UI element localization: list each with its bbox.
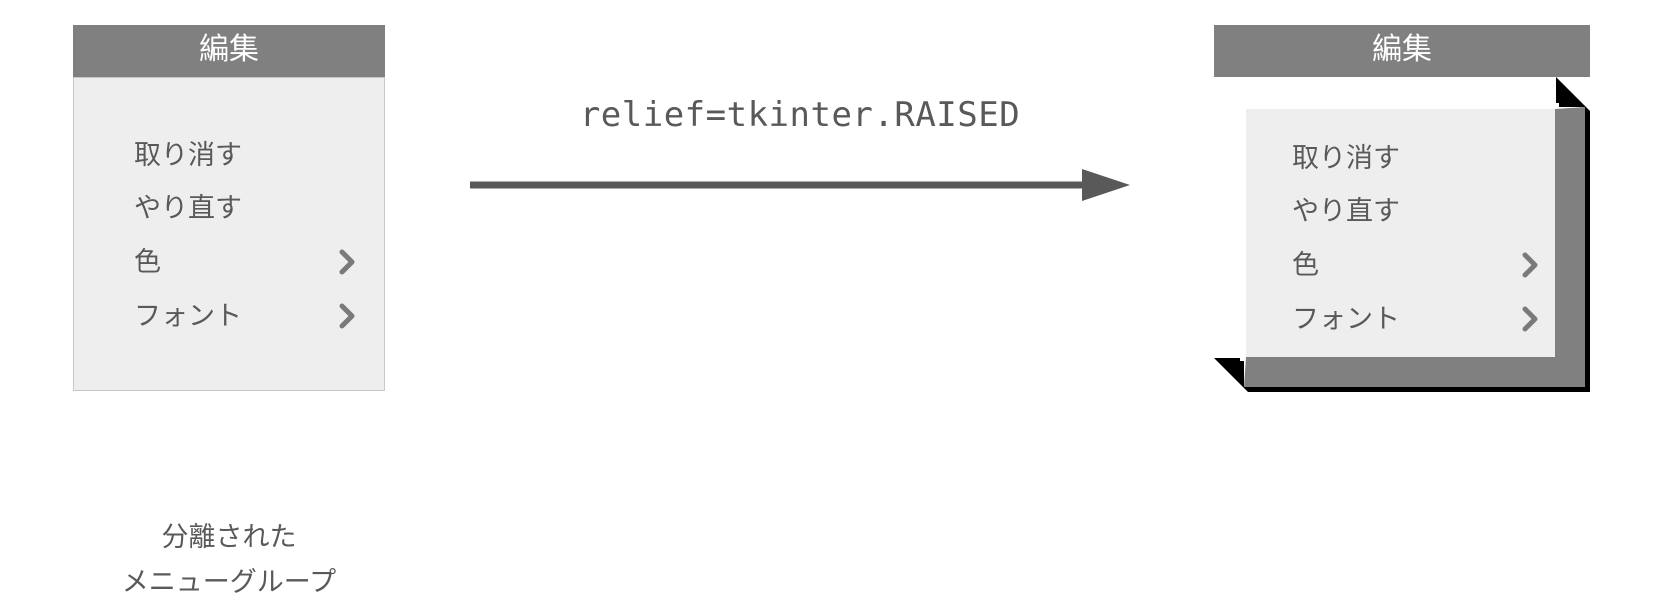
caption-label: 分離された メニューグループ: [73, 515, 385, 604]
diagram-stage: 編集 取り消す やり直す 色 フォン: [0, 0, 1678, 616]
menu-item-color[interactable]: 色: [100, 248, 358, 276]
menu-item-redo[interactable]: やり直す: [1246, 198, 1545, 225]
tearoff-menu-after: 編集 取り消す やり直す 色: [1214, 25, 1590, 392]
menu-item-list: 取り消す やり直す 色: [1246, 145, 1545, 333]
menu-item-label: フォント: [134, 303, 242, 330]
menu-item-label: やり直す: [134, 195, 242, 222]
menu-item-label: 色: [1292, 252, 1319, 279]
menu-item-label: 色: [134, 249, 161, 276]
arrow-right-icon: [470, 165, 1130, 205]
transform-code-label: relief=tkinter.RAISED: [480, 95, 1120, 135]
chevron-right-icon: [338, 302, 358, 330]
menu-item-undo[interactable]: 取り消す: [1246, 145, 1545, 172]
chevron-right-icon: [338, 248, 358, 276]
menu-body-flat: 取り消す やり直す 色 フォント: [73, 77, 385, 391]
caption-line: 分離された: [73, 515, 385, 560]
menu-item-label: 取り消す: [1292, 145, 1400, 172]
menu-item-color[interactable]: 色: [1246, 251, 1545, 279]
menu-item-redo[interactable]: やり直す: [100, 195, 358, 222]
chevron-right-icon: [1521, 305, 1541, 333]
menu-item-label: 取り消す: [134, 142, 242, 169]
chevron-right-icon: [1521, 251, 1541, 279]
window-title: 編集: [1214, 25, 1590, 77]
menu-item-undo[interactable]: 取り消す: [100, 142, 358, 169]
menu-item-font[interactable]: フォント: [1246, 305, 1545, 333]
menu-item-label: やり直す: [1292, 198, 1400, 225]
menu-item-font[interactable]: フォント: [100, 302, 358, 330]
tearoff-menu-before: 編集 取り消す やり直す 色 フォン: [73, 25, 385, 391]
menu-item-list: 取り消す やり直す 色 フォント: [100, 142, 358, 330]
window-title: 編集: [73, 25, 385, 77]
raised-relief-frame: 取り消す やり直す 色: [1214, 77, 1590, 392]
caption-line: メニューグループ: [73, 560, 385, 605]
menu-item-label: フォント: [1292, 306, 1400, 333]
